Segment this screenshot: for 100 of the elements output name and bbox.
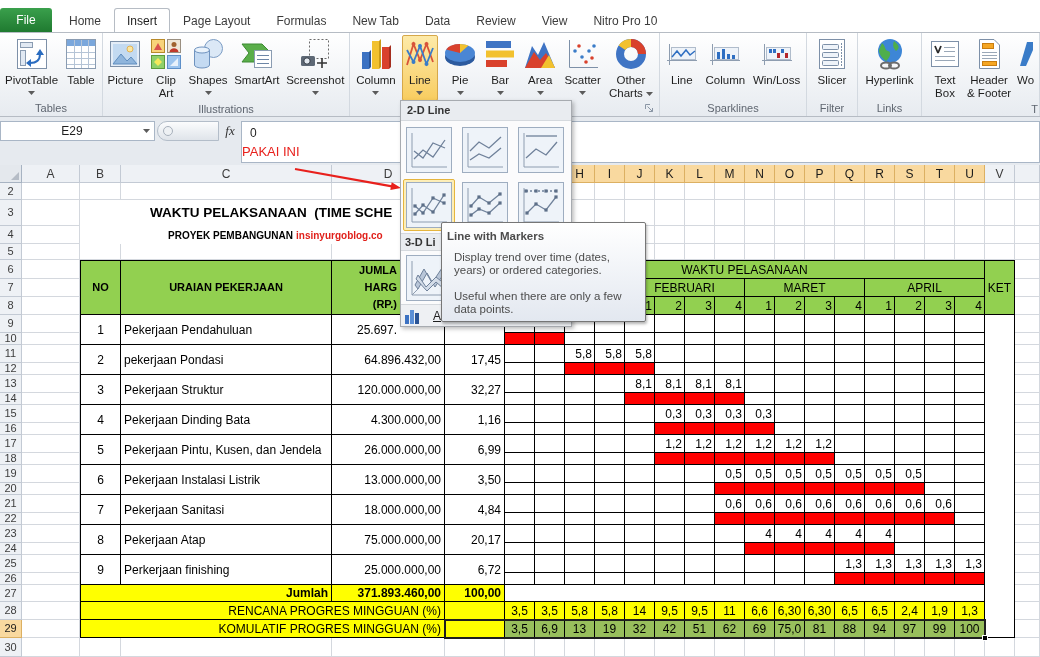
row-header[interactable]: 24 — [0, 543, 22, 555]
row-header[interactable]: 28 — [0, 602, 22, 620]
ribbon-button[interactable]: Other Charts — [606, 35, 655, 101]
ribbon-button[interactable]: Line — [401, 35, 438, 101]
sheet-col-header[interactable]: V — [985, 165, 1015, 183]
empty-cell — [535, 435, 565, 453]
ribbon-button[interactable]: Scatter — [562, 35, 603, 101]
empty-cell — [685, 345, 715, 363]
row-header[interactable]: 12 — [0, 363, 22, 375]
dialog-launcher-icon[interactable] — [645, 104, 653, 112]
sheet-col-header[interactable]: N — [745, 165, 775, 183]
ribbon-button[interactable]: Column — [354, 35, 398, 101]
ribbon-button[interactable]: Pie — [442, 35, 478, 101]
row-header[interactable]: 14 — [0, 393, 22, 405]
sheet-col-header[interactable]: T — [925, 165, 955, 183]
sheet-col-header[interactable]: P — [805, 165, 835, 183]
sheet-col-header[interactable]: J — [625, 165, 655, 183]
row-header[interactable]: 4 — [0, 226, 22, 244]
row-header[interactable]: 26 — [0, 573, 22, 585]
fill-handle[interactable] — [982, 635, 988, 641]
sheet-col-header[interactable]: L — [685, 165, 715, 183]
ribbon-tab[interactable]: Insert — [114, 8, 171, 32]
row-header[interactable]: 7 — [0, 279, 22, 297]
ribbon-tab[interactable]: View — [528, 8, 581, 32]
row-header[interactable]: 11 — [0, 345, 22, 363]
row-header[interactable]: 2 — [0, 183, 22, 200]
row-header[interactable]: 16 — [0, 423, 22, 435]
ribbon-button[interactable]: Header & Footer — [965, 35, 1014, 101]
ribbon-button[interactable]: Wo — [1015, 35, 1037, 101]
row-header[interactable]: 23 — [0, 525, 22, 543]
table-cell: Pekerjaan Dinding Bata — [121, 405, 332, 435]
empty-cell — [1015, 363, 1040, 375]
ribbon-button[interactable]: Text Box — [927, 35, 963, 101]
caret-icon — [579, 91, 587, 95]
row-header[interactable]: 8 — [0, 297, 22, 315]
row-header[interactable]: 13 — [0, 375, 22, 393]
sheet-col-header[interactable]: O — [775, 165, 805, 183]
ribbon-button[interactable]: Clip Art — [148, 35, 184, 101]
row-header[interactable]: 19 — [0, 465, 22, 483]
ribbon-button[interactable]: Picture — [105, 35, 146, 101]
ribbon-tab[interactable]: Review — [463, 8, 529, 32]
row-header[interactable]: 22 — [0, 513, 22, 525]
sheet-col-header[interactable]: R — [865, 165, 895, 183]
row-header[interactable]: 15 — [0, 405, 22, 423]
ribbon-button[interactable]: Column — [703, 35, 748, 100]
ribbon-button[interactable]: Area — [522, 35, 559, 101]
ribbon-tab[interactable]: Data — [411, 8, 464, 32]
sheet-col-header[interactable]: K — [655, 165, 685, 183]
ribbon-button[interactable]: Table — [63, 35, 99, 100]
sheet-col-header[interactable]: A — [22, 165, 80, 183]
row-header[interactable]: 6 — [0, 260, 22, 279]
row-header[interactable]: 20 — [0, 483, 22, 495]
row-header[interactable]: 27 — [0, 585, 22, 602]
ribbon-tab[interactable]: Page Layout — [170, 8, 264, 32]
chart-style-option[interactable] — [403, 179, 455, 231]
row-header[interactable]: 10 — [0, 333, 22, 345]
sheet-col-header[interactable]: C — [121, 165, 332, 183]
ribbon-button[interactable]: SmartArt — [232, 35, 282, 101]
row-header[interactable]: 9 — [0, 315, 22, 333]
ribbon-tab[interactable]: New Tab — [339, 8, 412, 32]
chart-style-option[interactable] — [459, 124, 511, 176]
row-header[interactable]: 21 — [0, 495, 22, 513]
row-header[interactable]: 25 — [0, 555, 22, 573]
ribbon-button[interactable]: Slicer — [814, 35, 850, 100]
empty-cell — [595, 375, 625, 393]
row-header[interactable]: 17 — [0, 435, 22, 453]
ribbon-button[interactable]: Win/Loss — [750, 35, 803, 100]
ribbon-button[interactable]: Screenshot — [284, 35, 347, 101]
sheet-col-header[interactable]: Q — [835, 165, 865, 183]
file-tab[interactable]: File — [0, 8, 52, 32]
row-header[interactable]: 5 — [0, 244, 22, 260]
empty-cell — [1015, 315, 1040, 333]
chart-style-option[interactable] — [403, 124, 455, 176]
empty-cell — [535, 345, 565, 363]
sheet-col-header[interactable]: B — [80, 165, 121, 183]
name-box[interactable]: E29 — [0, 121, 155, 141]
row-header[interactable]: 30 — [0, 638, 22, 657]
sheet-col-header[interactable]: M — [715, 165, 745, 183]
formula-bar-handle[interactable] — [157, 121, 219, 141]
ribbon-button[interactable]: PivotTable — [2, 35, 61, 100]
sheet-col-header[interactable]: U — [955, 165, 985, 183]
empty-cell — [955, 495, 985, 513]
sheet-col-header[interactable]: S — [895, 165, 925, 183]
ribbon-tab[interactable]: Formulas — [263, 8, 340, 32]
ribbon-tab[interactable]: Home — [56, 8, 114, 32]
sheet-title: WAKTU PELAKSANAAN (TIME SCHE — [150, 203, 393, 222]
sheet-col-header[interactable]: I — [595, 165, 625, 183]
insert-function-button[interactable]: fx — [219, 121, 241, 141]
row-header[interactable]: 29 — [0, 620, 22, 638]
row-header[interactable]: 18 — [0, 453, 22, 465]
ribbon-tab[interactable]: Nitro Pro 10 — [580, 8, 671, 32]
empty-cell — [925, 638, 955, 657]
row-header[interactable]: 3 — [0, 200, 22, 226]
ribbon-button[interactable]: Shapes — [186, 35, 230, 101]
ribbon-button[interactable]: Line — [663, 35, 700, 100]
ribbon-button[interactable]: Bar — [482, 35, 519, 101]
chart-style-option[interactable] — [515, 124, 567, 176]
select-all-button[interactable] — [0, 165, 22, 183]
empty-cell — [865, 183, 895, 200]
ribbon-button[interactable]: Hyperlink — [863, 35, 916, 100]
